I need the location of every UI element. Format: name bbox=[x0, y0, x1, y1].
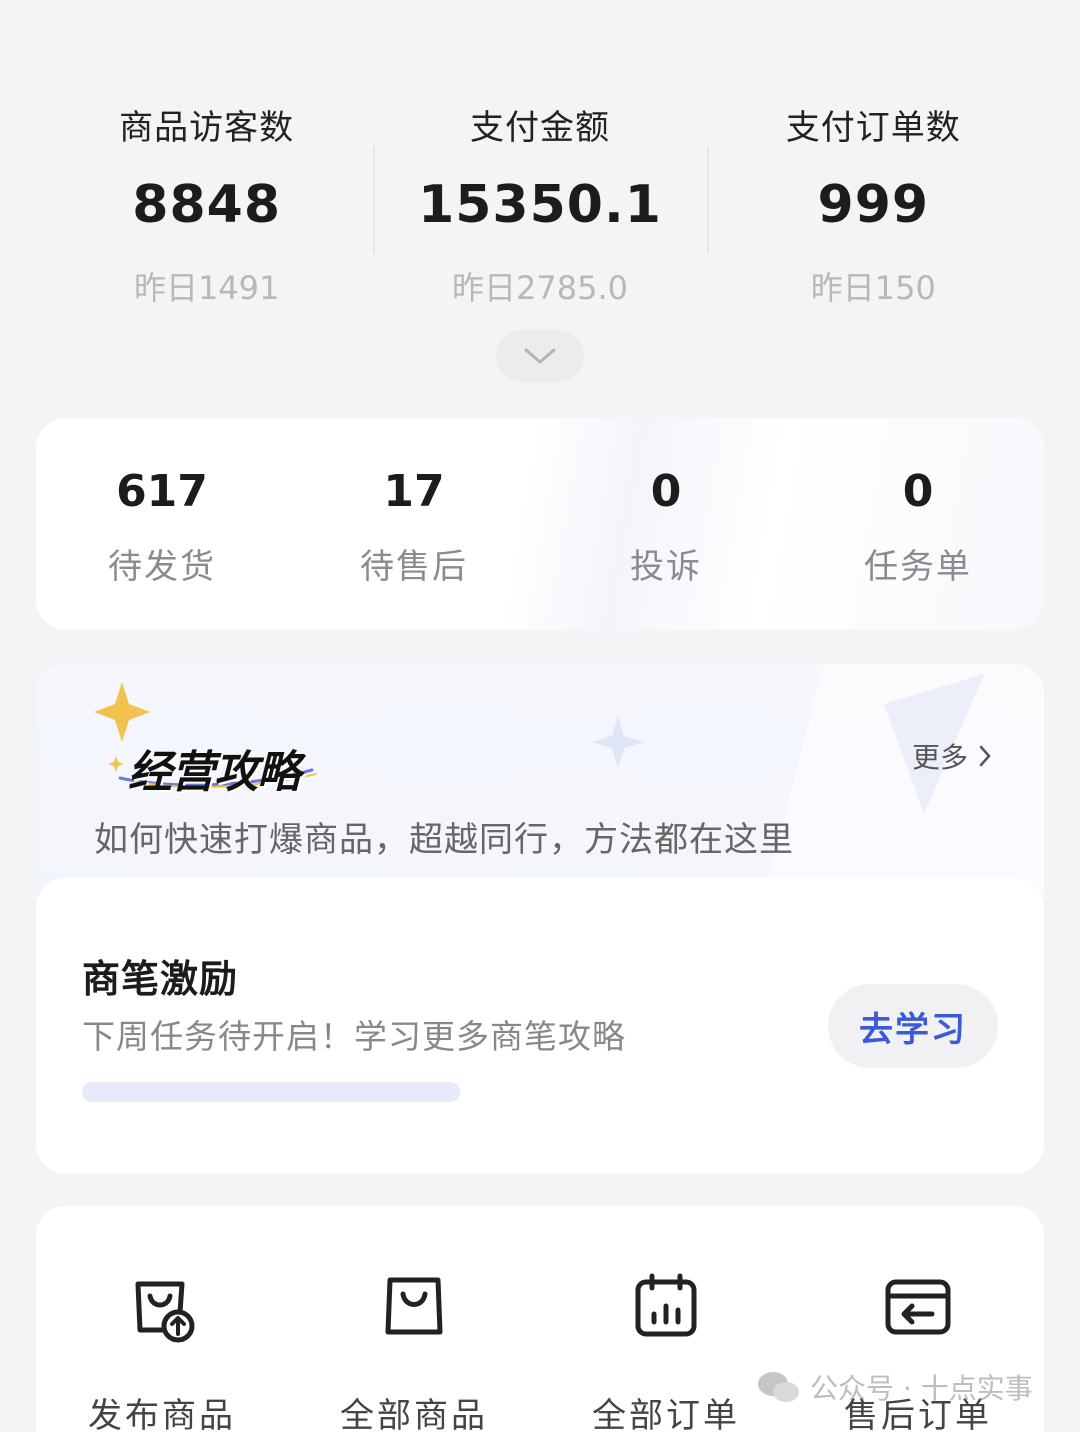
strategy-logo: 经营攻略 bbox=[76, 682, 336, 798]
stat-yesterday: 昨日150 bbox=[810, 269, 936, 307]
order-count: 0 bbox=[902, 466, 934, 517]
order-pending-shipment[interactable]: 617 待发货 bbox=[36, 418, 288, 630]
tool-publish-product[interactable]: 发布商品 bbox=[36, 1206, 288, 1432]
incentive-description: 下周任务待开启！学习更多商笔攻略 bbox=[82, 1017, 626, 1056]
stat-label: 支付金额 bbox=[469, 108, 610, 148]
order-calendar-icon bbox=[635, 1273, 697, 1337]
incentive-progress-bar bbox=[82, 1082, 460, 1102]
chevron-right-icon bbox=[979, 745, 991, 767]
tool-all-orders[interactable]: 全部订单 bbox=[540, 1206, 792, 1432]
stat-visitors[interactable]: 商品访客数 8848 昨日1491 bbox=[40, 90, 373, 310]
tool-all-products[interactable]: 全部商品 bbox=[288, 1206, 540, 1432]
strategy-title: 经营攻略 bbox=[128, 747, 301, 798]
strategy-description: 如何快速打爆商品，超越同行，方法都在这里 bbox=[94, 820, 794, 860]
incentive-panel: 商笔激励 下周任务待开启！学习更多商笔攻略 去学习 bbox=[36, 878, 1044, 1174]
order-count: 17 bbox=[383, 466, 445, 517]
order-count: 617 bbox=[116, 466, 208, 517]
shopping-bag-icon bbox=[385, 1277, 443, 1335]
stat-value: 8848 bbox=[132, 175, 282, 235]
chevron-down-icon bbox=[524, 348, 556, 364]
stat-yesterday: 昨日2785.0 bbox=[452, 269, 628, 307]
order-label: 待发货 bbox=[108, 547, 216, 587]
order-pending-aftersale[interactable]: 17 待售后 bbox=[288, 418, 540, 630]
incentive-title: 商笔激励 bbox=[82, 957, 239, 1001]
after-sales-icon bbox=[885, 1279, 951, 1335]
expand-stats-button[interactable] bbox=[496, 330, 584, 382]
wechat-icon bbox=[758, 1372, 799, 1402]
stat-yesterday: 昨日1491 bbox=[133, 269, 280, 307]
more-label: 更多 bbox=[912, 741, 969, 774]
stat-value: 15350.1 bbox=[418, 175, 662, 235]
business-strategy-card: 经营攻略 更多 如何快速打爆商品，超越同行，方法都在这里 商笔激励 下周任务待开… bbox=[36, 664, 1044, 1174]
tool-label: 全部商品 bbox=[340, 1396, 488, 1432]
order-count: 0 bbox=[650, 466, 682, 517]
order-label: 待售后 bbox=[360, 547, 468, 587]
order-label: 投诉 bbox=[630, 547, 702, 587]
order-summary-card: 617 待发货 17 待售后 0 投诉 0 任务单 bbox=[36, 418, 1044, 630]
order-label: 任务单 bbox=[864, 547, 972, 587]
learn-button[interactable]: 去学习 bbox=[828, 984, 998, 1068]
stat-label: 商品访客数 bbox=[119, 108, 295, 148]
order-tasks[interactable]: 0 任务单 bbox=[792, 418, 1044, 630]
publish-product-icon bbox=[135, 1281, 195, 1343]
stat-label: 支付订单数 bbox=[785, 108, 961, 148]
stats-row: 商品访客数 8848 昨日1491 支付金额 15350.1 昨日2785.0 … bbox=[40, 90, 1040, 310]
stat-paid-orders[interactable]: 支付订单数 999 昨日150 bbox=[706, 90, 1040, 310]
tool-label: 全部订单 bbox=[592, 1396, 740, 1432]
watermark-text: 公众号 · 十点实事 bbox=[810, 1372, 1033, 1405]
stat-payment-amount[interactable]: 支付金额 15350.1 昨日2785.0 bbox=[373, 90, 706, 310]
tool-label: 发布商品 bbox=[88, 1396, 236, 1432]
stat-value: 999 bbox=[817, 175, 930, 235]
watermark: 公众号 · 十点实事 bbox=[756, 1362, 1033, 1412]
more-link[interactable]: 更多 bbox=[912, 736, 992, 776]
order-complaints[interactable]: 0 投诉 bbox=[540, 418, 792, 630]
